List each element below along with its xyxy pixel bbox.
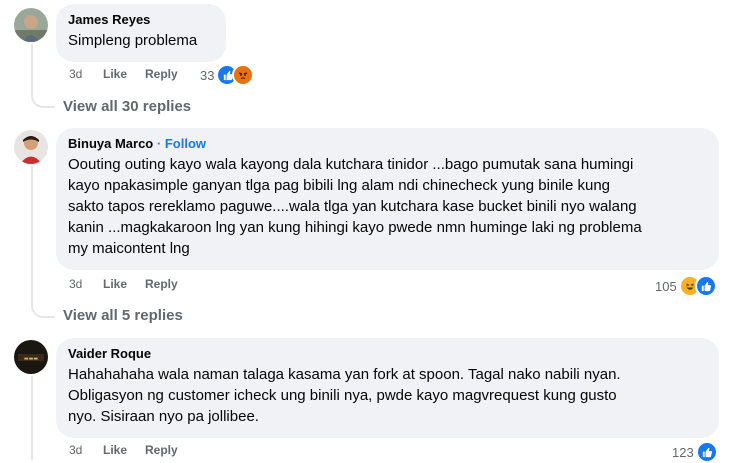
thread-elbow [31, 86, 55, 108]
thread-line [31, 376, 33, 460]
angry-icon [232, 64, 255, 86]
reaction-count: 33 [200, 67, 215, 83]
comment-author[interactable]: Vaider Roque [68, 346, 707, 362]
comment-text-line: kayo npakasimple ganyan tlga pag bibili … [68, 177, 611, 194]
comment-text-line: kanin ...magkakaroon lng yan kung hihing… [68, 219, 642, 236]
reaction-count: 105 [655, 278, 677, 294]
comment-time[interactable]: 3d [69, 443, 103, 457]
separator-dot: · [156, 136, 162, 151]
thread-line [31, 166, 33, 300]
avatar[interactable] [14, 130, 48, 164]
comment-author[interactable]: James Reyes [68, 12, 214, 28]
reaction-summary[interactable]: 33 [200, 64, 255, 86]
comment-actions: 3d Like Reply [69, 277, 196, 291]
comment-text: Oouting outing kayo wala kayong dala kut… [68, 154, 707, 259]
view-replies-link[interactable]: View all 30 replies [63, 98, 191, 115]
like-button[interactable]: Like [103, 443, 127, 457]
comment-header: Binuya Marco · Follow [68, 136, 707, 152]
comment-actions: 3d Like Reply [69, 67, 196, 81]
comment-text-line: Obligasyon ng customer icheck ung binili… [68, 387, 617, 404]
like-button[interactable]: Like [103, 277, 127, 291]
comment-bubble: Vaider Roque Hahahahaha wala naman talag… [56, 338, 719, 438]
comment-author[interactable]: Binuya Marco [68, 136, 153, 151]
comment-text: Hahahahaha wala naman talaga kasama yan … [68, 364, 707, 427]
comment-actions: 3d Like Reply [69, 443, 196, 457]
reply-button[interactable]: Reply [145, 277, 178, 291]
like-button[interactable]: Like [103, 67, 127, 81]
avatar[interactable]: ▬▬▬ [14, 340, 48, 374]
reply-button[interactable]: Reply [145, 443, 178, 457]
comment-text-line: Oouting outing kayo wala kayong dala kut… [68, 156, 634, 173]
like-icon [694, 275, 717, 297]
thread-elbow [31, 296, 55, 318]
view-replies-link[interactable]: View all 5 replies [63, 307, 183, 324]
comment-text-line: my maicontent lng [68, 240, 190, 257]
comment-time[interactable]: 3d [69, 277, 103, 291]
comment-time[interactable]: 3d [69, 67, 103, 81]
thread-line [31, 44, 33, 90]
comment-bubble: James Reyes Simpleng problema [56, 4, 226, 62]
reply-button[interactable]: Reply [145, 67, 178, 81]
reaction-count: 123 [672, 444, 694, 460]
avatar[interactable] [14, 8, 48, 42]
svg-text:▬▬▬: ▬▬▬ [24, 356, 38, 362]
comment-text: Simpleng problema [68, 32, 198, 49]
comment-text-line: sakto tapos rereklamo paguwe....wala tlg… [68, 198, 637, 215]
reaction-summary[interactable]: 105 [655, 275, 717, 297]
comment-text-line: Hahahahaha wala naman talaga kasama yan … [68, 366, 621, 383]
follow-button[interactable]: Follow [165, 136, 206, 151]
comment-bubble: Binuya Marco · Follow Oouting outing kay… [56, 128, 719, 270]
comment-text-line: nyo. Sisiraan nyo pa jollibee. [68, 408, 259, 425]
